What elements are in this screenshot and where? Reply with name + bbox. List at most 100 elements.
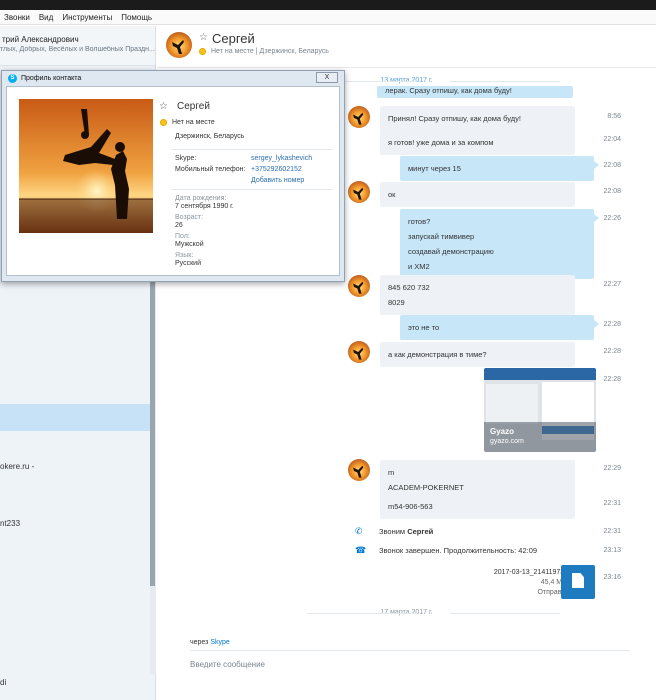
add-number-link[interactable]: Добавить номер [251, 177, 304, 184]
message-time: 22:28 [603, 321, 621, 328]
message-line: m [388, 468, 395, 477]
skype-name-link[interactable]: sergey_lykashevich [251, 155, 312, 162]
skype-logo-icon: S [8, 74, 17, 83]
contact-profile-window[interactable]: S Профиль контакта X ☆ Сергей Нет на мес… [1, 70, 345, 282]
message-outgoing[interactable]: это не то [400, 315, 599, 340]
sidebar-item[interactable]: okere.ru - [0, 462, 34, 471]
date-divider: 17 марта 2017 г. [157, 609, 656, 616]
birthdate-label: Дата рождения: [175, 195, 227, 202]
age-label: Возраст: [175, 214, 204, 221]
send-via-label: через Skype [190, 639, 230, 646]
call-ended-text: Звонок завершен. Продолжительность: 42:0… [379, 546, 538, 555]
away-status-icon [160, 119, 167, 126]
message-time: 22:26 [603, 215, 621, 222]
sidebar-item[interactable]: di [0, 678, 6, 687]
input-divider [190, 650, 630, 651]
message-time: 22:28 [603, 348, 621, 355]
conversation-title: Сергей [212, 31, 255, 46]
send-via-skype-link[interactable]: Skype [210, 639, 229, 646]
message-outgoing[interactable]: лерак. Сразу отпишу, как дома буду! [377, 86, 573, 98]
contact-avatar-small [348, 459, 370, 481]
file-state: Отправлено [537, 589, 577, 596]
file-document-icon[interactable] [561, 565, 595, 599]
contact-avatar-small [348, 341, 370, 363]
image-attachment[interactable]: Gyazo gyazo.com [484, 368, 596, 452]
message-time: 22:29 [603, 465, 621, 472]
call-started-icon: ✆ [355, 526, 363, 536]
message-line: готов? [408, 217, 431, 226]
contact-avatar-small [348, 275, 370, 297]
message-time: 22:31 [603, 500, 621, 507]
mobile-number-link[interactable]: +375292602152 [251, 166, 302, 173]
favorite-star-icon[interactable]: ☆ [199, 32, 208, 43]
window-title-bar[interactable]: S Профиль контакта [8, 74, 81, 83]
message-input[interactable] [190, 656, 630, 672]
message-line: ACADEM-POKERNET [388, 483, 464, 492]
skype-label: Skype: [175, 155, 197, 162]
message-incoming[interactable]: ок [380, 182, 575, 207]
message-line: запускай тимвивер [408, 232, 475, 241]
message-time: 22:27 [603, 281, 621, 288]
language-value: Русский [175, 260, 201, 267]
message-line: 8029 [388, 298, 405, 307]
favorite-star-icon[interactable]: ☆ [159, 101, 168, 112]
close-button[interactable]: X [316, 72, 338, 83]
location-text: Дзержинск, Беларусь [259, 48, 329, 55]
away-status-icon [199, 48, 206, 55]
message-time: 8:56 [607, 113, 621, 120]
message-line: 845 620 732 [388, 283, 430, 292]
message-time: 22:28 [603, 376, 621, 383]
sidebar-selected-contact[interactable] [0, 404, 150, 431]
my-name: трий Александрович [2, 35, 79, 44]
message-incoming[interactable]: Принял! Сразу отпишу, как дома буду! [380, 106, 575, 131]
image-source-brand: Gyazo [490, 427, 515, 436]
call-started-text: Звоним Сергей [379, 527, 434, 536]
window-title: Профиль контакта [21, 75, 82, 82]
my-profile[interactable]: трий Александрович тлых, Добрых, Весёлых… [0, 26, 155, 66]
birthdate-value: 7 сентября 1990 г. [175, 203, 234, 210]
message-time: 22:08 [603, 188, 621, 195]
message-time: 23:16 [603, 574, 621, 581]
profile-name: Сергей [177, 101, 210, 112]
image-source-url[interactable]: gyazo.com [490, 438, 524, 445]
menu-view[interactable]: Вид [39, 13, 53, 22]
profile-location: Дзержинск, Беларусь [175, 133, 245, 140]
message-incoming[interactable]: а как демонстрация в тиме? [380, 342, 575, 367]
conversation-status: Нет на месте | Дзержинск, Беларусь [199, 48, 329, 55]
message-outgoing-multiline[interactable]: готов? запускай тимвивер создавай демонс… [400, 209, 599, 279]
file-name[interactable]: 2017-03-13_214119730.flv [457, 568, 577, 578]
message-time: 23:13 [603, 547, 621, 554]
contact-avatar[interactable] [166, 32, 192, 58]
message-time: 22:08 [603, 162, 621, 169]
mobile-label: Мобильный телефон: [175, 166, 246, 173]
divider [172, 149, 332, 150]
file-transfer-info: 2017-03-13_214119730.flv 45,4 Мбайт Отпр… [457, 568, 577, 598]
top-strip [0, 0, 656, 10]
file-size: 45,4 Мбайт [540, 579, 577, 586]
profile-photo [19, 99, 153, 233]
sidebar-item[interactable]: nt233 [0, 519, 20, 528]
message-incoming[interactable]: m54-906-563 [380, 494, 575, 519]
menu-help[interactable]: Помощь [121, 13, 152, 22]
contact-avatar-small [348, 181, 370, 203]
gender-label: Пол: [175, 233, 190, 240]
message-outgoing[interactable]: минут через 15 [400, 156, 599, 181]
contact-avatar-small [348, 106, 370, 128]
message-line: создавай демонстрацию [408, 247, 494, 256]
message-time: 22:04 [603, 136, 621, 143]
profile-content: ☆ Сергей Нет на месте Дзержинск, Беларус… [6, 86, 340, 276]
sidebar-scrollbar-thumb[interactable] [150, 250, 155, 586]
menu-bar: Звонки Вид Инструменты Помощь [0, 10, 656, 25]
age-value: 26 [175, 222, 183, 229]
profile-status: Нет на месте [160, 119, 215, 126]
menu-tools[interactable]: Инструменты [62, 13, 112, 22]
image-thumb-panel [486, 384, 538, 424]
image-thumb-header [484, 368, 596, 380]
my-mood: тлых, Добрых, Весёлых и Волшебных Праздн… [0, 46, 155, 53]
message-incoming-multiline[interactable]: 845 620 732 8029 [380, 275, 575, 315]
conversation-header: ☆ Сергей Нет на месте | Дзержинск, Белар… [157, 26, 656, 68]
message-incoming[interactable]: я готов! уже дома и за компом [380, 130, 575, 155]
menu-calls[interactable]: Звонки [4, 13, 30, 22]
gender-value: Мужской [175, 241, 204, 248]
message-line: и ХМ2 [408, 262, 430, 271]
